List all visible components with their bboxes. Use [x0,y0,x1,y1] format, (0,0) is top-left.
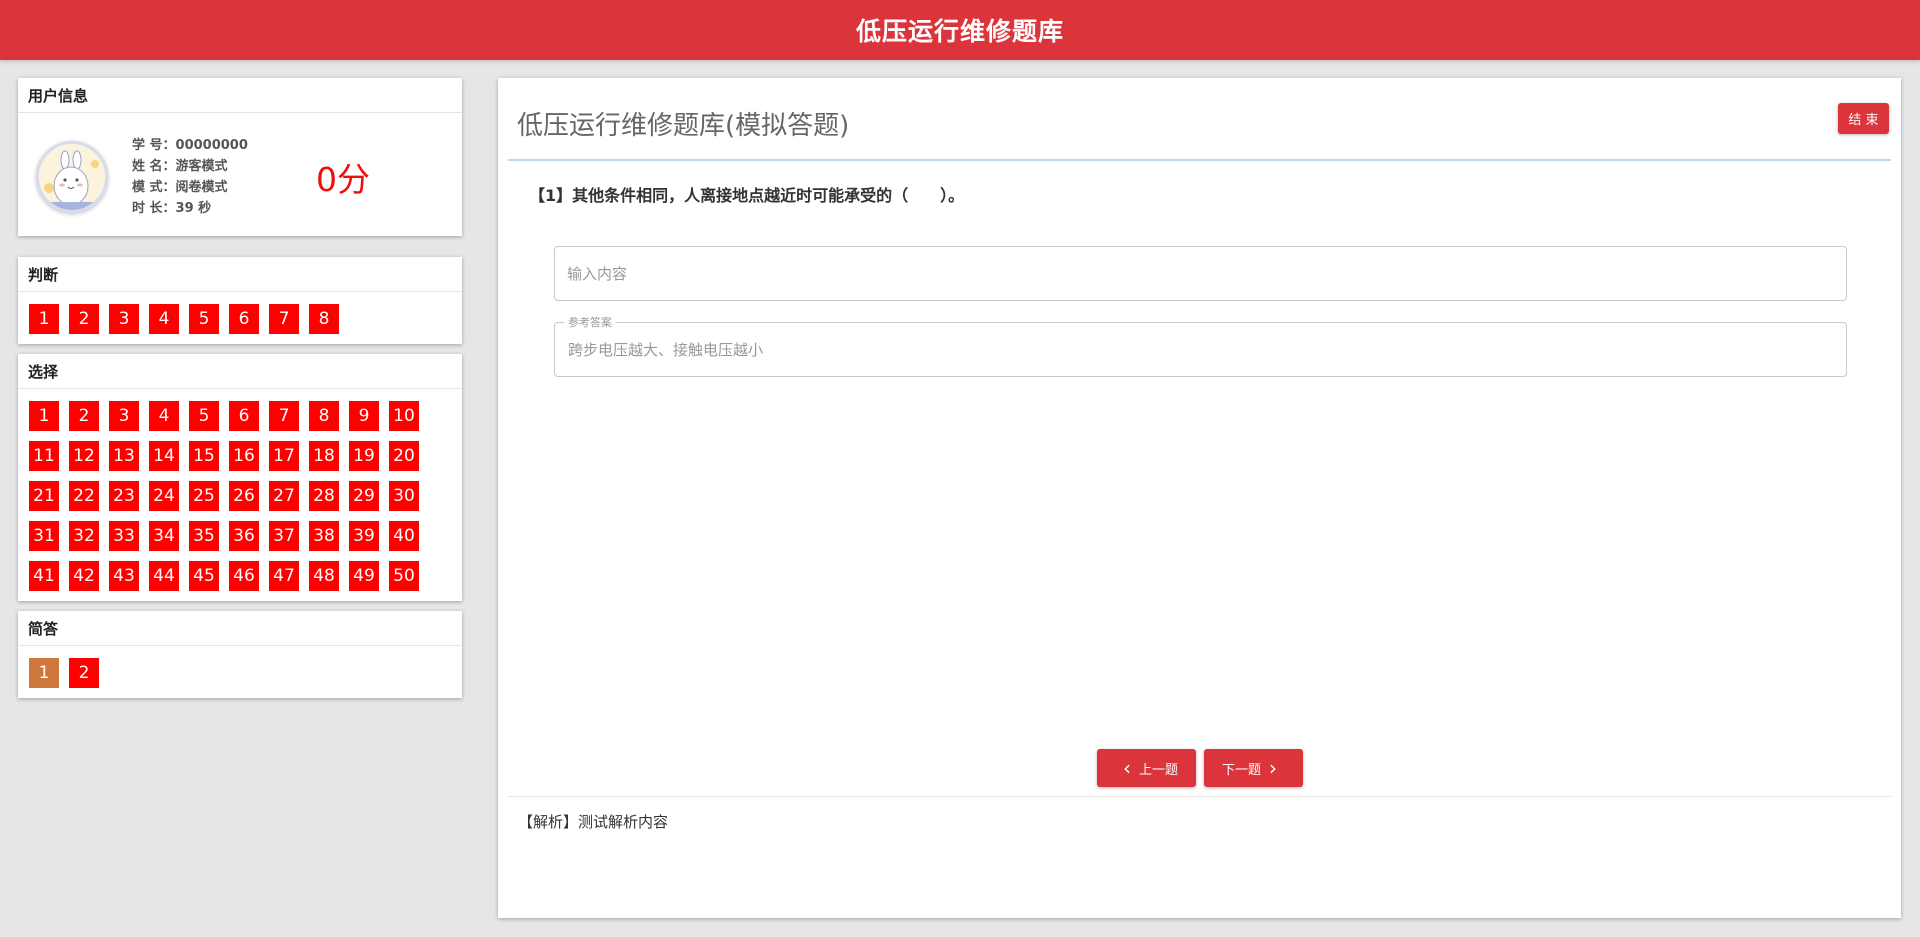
choice-question-button-40[interactable]: 40 [389,521,419,551]
choice-question-button-5[interactable]: 5 [189,401,219,431]
judge-question-button-7[interactable]: 7 [269,304,299,334]
title-divider [508,159,1891,161]
choice-question-button-44[interactable]: 44 [149,561,179,591]
user-details: 学 号：00000000 姓 名：游客模式 模 式：阅卷模式 时 长：39 秒 [132,135,248,219]
choice-question-button-25[interactable]: 25 [189,481,219,511]
analysis-text: 【解析】测试解析内容 [518,813,669,831]
choice-question-button-38[interactable]: 38 [309,521,339,551]
choice-heading: 选择 [18,354,462,389]
choice-question-button-3[interactable]: 3 [109,401,139,431]
user-mode: 模 式：阅卷模式 [132,180,228,195]
choice-question-button-16[interactable]: 16 [229,441,259,471]
short-answer-question-button-1[interactable]: 1 [29,658,59,688]
choice-question-button-24[interactable]: 24 [149,481,179,511]
choice-question-button-39[interactable]: 39 [349,521,379,551]
choice-question-button-17[interactable]: 17 [269,441,299,471]
answer-input[interactable] [554,246,1847,301]
question-text: 【1】其他条件相同，人离接地点越近时可能承受的（ ）。 [529,186,965,205]
choice-question-button-9[interactable]: 9 [349,401,379,431]
choice-question-grid: 1 2 3 4 5 6 7 8 9 10 11 12 13 14 15 16 17 18 19 20 21 22 23 24 2… [18,389,438,601]
user-name: 姓 名：游客模式 [132,159,228,174]
choice-question-button-34[interactable]: 34 [149,521,179,551]
avatar [36,141,108,213]
choice-question-button-33[interactable]: 33 [109,521,139,551]
choice-question-button-18[interactable]: 18 [309,441,339,471]
choice-question-button-47[interactable]: 47 [269,561,299,591]
top-bar: 低压运行维修题库 [0,0,1920,60]
choice-question-button-32[interactable]: 32 [69,521,99,551]
choice-question-button-45[interactable]: 45 [189,561,219,591]
choice-question-button-50[interactable]: 50 [389,561,419,591]
choice-question-button-31[interactable]: 31 [29,521,59,551]
judge-question-button-3[interactable]: 3 [109,304,139,334]
short-answer-question-grid: 12 [18,646,438,698]
judge-heading: 判断 [18,257,462,292]
choice-question-button-21[interactable]: 21 [29,481,59,511]
choice-question-button-42[interactable]: 42 [69,561,99,591]
chevron-right-icon: › [1269,756,1277,780]
short-answer-heading: 简答 [18,611,462,646]
judge-question-button-6[interactable]: 6 [229,304,259,334]
judge-question-grid: 12345678 [18,292,438,344]
choice-question-button-49[interactable]: 49 [349,561,379,591]
choice-question-button-46[interactable]: 46 [229,561,259,591]
choice-question-button-26[interactable]: 26 [229,481,259,511]
choice-question-button-12[interactable]: 12 [69,441,99,471]
reference-answer-box: 参考答案 跨步电压越大、接触电压越小 [554,316,1847,377]
choice-question-button-11[interactable]: 11 [29,441,59,471]
next-question-label: 下一题 [1221,762,1261,778]
score: 0分 [316,160,370,199]
judge-panel: 判断 12345678 [18,257,462,344]
reference-answer-label: 参考答案 [564,316,616,329]
choice-question-button-20[interactable]: 20 [389,441,419,471]
choice-question-button-43[interactable]: 43 [109,561,139,591]
elapsed-time: 时 长：39 秒 [132,201,212,216]
user-info-heading: 用户信息 [18,78,462,113]
question-panel: 低压运行维修题库(模拟答题) 结 束 【1】其他条件相同，人离接地点越近时可能承… [498,78,1901,918]
choice-panel: 选择 1 2 3 4 5 6 7 8 9 10 11 12 13 14 15 16 17 18 19 20 21 22 23… [18,354,462,601]
choice-question-button-2[interactable]: 2 [69,401,99,431]
judge-question-button-8[interactable]: 8 [309,304,339,334]
choice-question-button-6[interactable]: 6 [229,401,259,431]
short-answer-question-button-2[interactable]: 2 [69,658,99,688]
user-info-panel: 用户信息 学 号：00000000 姓 名：游客模式 模 式：阅卷模式 时 长：… [18,78,462,236]
judge-question-button-4[interactable]: 4 [149,304,179,334]
short-answer-panel: 简答 12 [18,611,462,698]
app-title: 低压运行维修题库 [855,17,1064,46]
choice-question-button-7[interactable]: 7 [269,401,299,431]
choice-question-button-35[interactable]: 35 [189,521,219,551]
judge-question-button-2[interactable]: 2 [69,304,99,334]
choice-question-button-10[interactable]: 10 [389,401,419,431]
choice-question-button-30[interactable]: 30 [389,481,419,511]
judge-question-button-5[interactable]: 5 [189,304,219,334]
previous-question-button[interactable]: ‹ 上一题 [1097,749,1196,787]
choice-question-button-23[interactable]: 23 [109,481,139,511]
reference-answer-text: 跨步电压越大、接触电压越小 [568,341,764,359]
choice-question-button-41[interactable]: 41 [29,561,59,591]
choice-question-button-13[interactable]: 13 [109,441,139,471]
student-id: 学 号：00000000 [132,138,248,153]
choice-question-button-15[interactable]: 15 [189,441,219,471]
end-button[interactable]: 结 束 [1838,103,1889,134]
previous-question-label: 上一题 [1138,762,1178,778]
choice-question-button-27[interactable]: 27 [269,481,299,511]
choice-question-button-36[interactable]: 36 [229,521,259,551]
choice-question-button-14[interactable]: 14 [149,441,179,471]
choice-question-button-28[interactable]: 28 [309,481,339,511]
choice-question-button-4[interactable]: 4 [149,401,179,431]
page-title: 低压运行维修题库(模拟答题) [517,111,850,141]
analysis-divider [508,796,1891,797]
choice-question-button-22[interactable]: 22 [69,481,99,511]
choice-question-button-48[interactable]: 48 [309,561,339,591]
choice-question-button-8[interactable]: 8 [309,401,339,431]
chevron-left-icon: ‹ [1122,756,1131,780]
judge-question-button-1[interactable]: 1 [29,304,59,334]
choice-question-button-29[interactable]: 29 [349,481,379,511]
next-question-button[interactable]: 下一题 › [1204,749,1303,787]
choice-question-button-37[interactable]: 37 [269,521,299,551]
choice-question-button-1[interactable]: 1 [29,401,59,431]
choice-question-button-19[interactable]: 19 [349,441,379,471]
